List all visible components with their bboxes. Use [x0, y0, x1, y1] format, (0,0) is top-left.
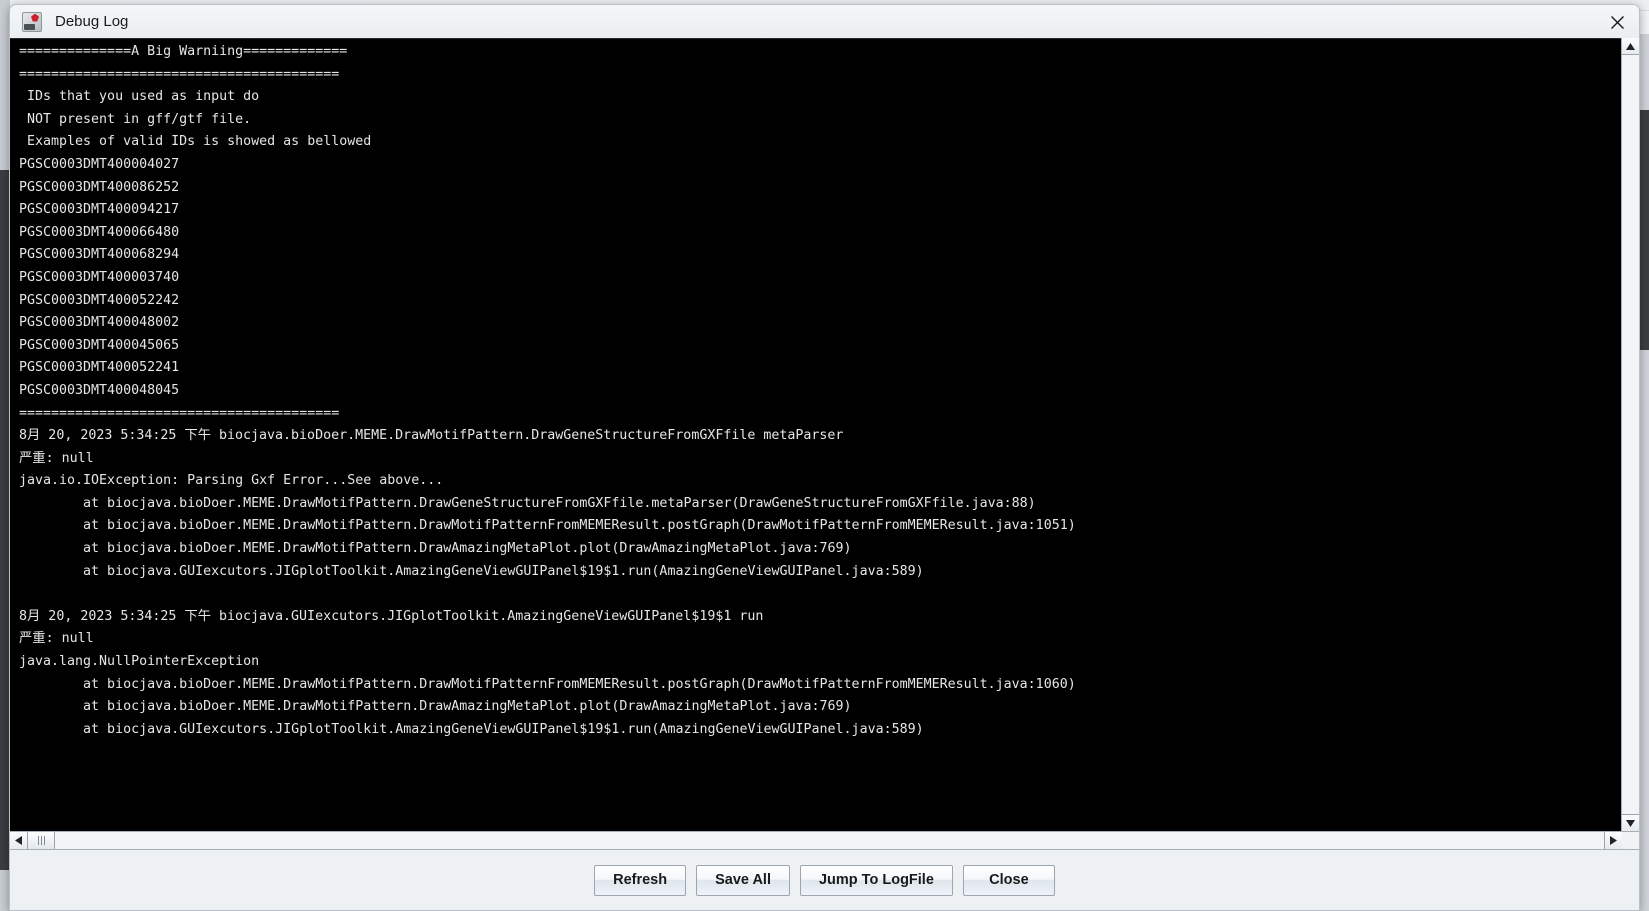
horizontal-scrollbar-track[interactable] [55, 832, 1604, 849]
log-text[interactable]: ==============A Big Warniing============… [10, 39, 1621, 741]
window-title: Debug Log [55, 13, 129, 30]
log-row: ==============A Big Warniing============… [10, 38, 1639, 831]
close-icon[interactable] [1605, 10, 1629, 34]
horizontal-scrollbar[interactable] [10, 831, 1639, 849]
refresh-button[interactable]: Refresh [594, 864, 687, 896]
log-viewport[interactable]: ==============A Big Warniing============… [10, 38, 1621, 831]
close-button[interactable]: Close [962, 864, 1055, 896]
log-content-area: ==============A Big Warniing============… [10, 38, 1639, 849]
horizontal-scrollbar-thumb[interactable] [28, 832, 55, 849]
scroll-right-icon[interactable] [1604, 832, 1622, 849]
debug-log-window: Debug Log ==============A Big Warniing==… [9, 4, 1640, 911]
scroll-down-icon[interactable] [1622, 814, 1639, 831]
background-window-left-dark-panel [0, 170, 9, 870]
vertical-scrollbar-track[interactable] [1622, 55, 1639, 814]
vertical-scrollbar[interactable] [1621, 38, 1639, 831]
scrollbar-corner [1622, 832, 1639, 849]
save-all-button[interactable]: Save All [696, 864, 790, 896]
jump-to-logfile-button[interactable]: Jump To LogFile [799, 864, 953, 896]
scroll-up-icon[interactable] [1622, 38, 1639, 55]
title-bar[interactable]: Debug Log [10, 5, 1639, 38]
biojava-app-icon [22, 11, 42, 32]
scroll-left-icon[interactable] [10, 832, 28, 849]
dialog-button-bar: Refresh Save All Jump To LogFile Close [10, 849, 1639, 910]
scrollbar-grip-icon [37, 836, 45, 845]
